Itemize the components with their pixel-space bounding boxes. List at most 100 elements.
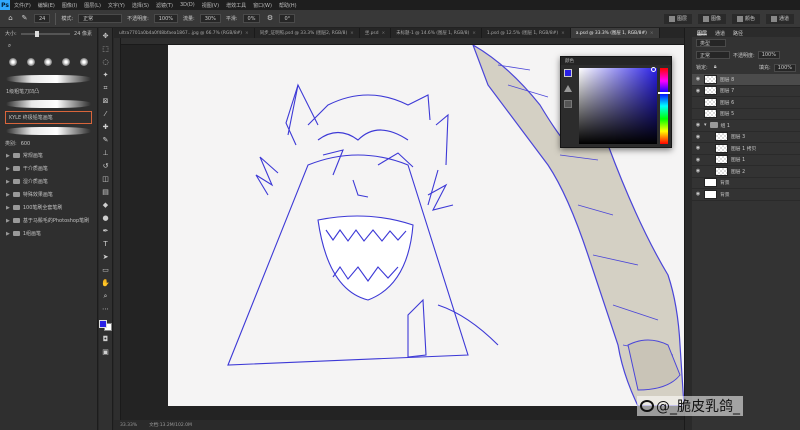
eye-icon[interactable]: ◉: [695, 157, 701, 163]
eye-icon[interactable]: ◉: [695, 145, 701, 151]
blend-mode-select[interactable]: 正常: [696, 51, 730, 59]
color-picker-handle[interactable]: [651, 67, 656, 72]
hue-slider[interactable]: [658, 68, 670, 144]
eyedropper-tool-icon[interactable]: ⁄: [101, 110, 110, 119]
fill-field[interactable]: 100%: [773, 63, 796, 72]
more-tools-icon[interactable]: ⋯: [101, 305, 110, 314]
menu-file[interactable]: 文件(F): [14, 2, 31, 9]
foreground-color-swatch[interactable]: [564, 69, 572, 77]
preset-title[interactable]: 1级粗笔刀凹凸: [0, 86, 97, 97]
close-icon[interactable]: ×: [561, 31, 565, 36]
gradient-tool-icon[interactable]: ▤: [101, 188, 110, 197]
doc-tab[interactable]: 未标题-1 @ 14.6% (图层 1, RGB/8) ×: [391, 28, 482, 38]
doc-tab[interactable]: 同步_证明照.psd @ 33.3% (图层2, RGB/8) ×: [255, 28, 360, 38]
eye-icon[interactable]: ◉: [695, 122, 701, 128]
lock-icon[interactable]: 🔒︎: [711, 63, 720, 72]
type-tool-icon[interactable]: T: [101, 240, 110, 249]
brush-size-slider[interactable]: [20, 30, 71, 37]
brush-tip[interactable]: [76, 55, 91, 69]
zoom-level[interactable]: 33.33%: [120, 423, 137, 428]
menu-type[interactable]: 文字(Y): [108, 2, 125, 9]
settings-gear-icon[interactable]: ⚙: [265, 14, 274, 23]
stamp-tool-icon[interactable]: ⊥: [101, 149, 110, 158]
menu-3d[interactable]: 3D(D): [180, 2, 195, 8]
flow-field[interactable]: 30%: [199, 14, 221, 23]
layer-row[interactable]: 背景: [692, 178, 800, 189]
close-icon[interactable]: ×: [650, 31, 654, 36]
screen-mode-icon[interactable]: ▣: [101, 348, 110, 357]
brush-folder[interactable]: ▶ 湿介质画笔: [0, 175, 97, 188]
lasso-tool-icon[interactable]: ◌: [101, 58, 110, 67]
tab-paths[interactable]: 路径: [733, 30, 743, 37]
history-brush-icon[interactable]: ↺: [101, 162, 110, 171]
doc-tab[interactable]: 1.psd @ 12.5% (图层 1, RGB/8#) ×: [482, 28, 571, 38]
brush-size-field[interactable]: 24: [34, 14, 51, 23]
layers-shortcut[interactable]: 图层: [663, 13, 692, 24]
eye-icon[interactable]: ◉: [695, 76, 701, 82]
menu-plugins[interactable]: 增效工具: [226, 2, 246, 9]
move-tool-icon[interactable]: ✥: [101, 32, 110, 41]
menu-image[interactable]: 图像(I): [62, 2, 77, 9]
quick-select-tool-icon[interactable]: ✦: [101, 71, 110, 80]
layer-kind-filter[interactable]: 类型: [696, 39, 726, 47]
opacity-field[interactable]: 100%: [153, 14, 179, 23]
channels-shortcut[interactable]: 通道: [765, 13, 794, 24]
search-icon[interactable]: ⌕: [5, 41, 14, 50]
doc-tab-active[interactable]: a.psd @ 33.3% (图层 1, RGB/8#) ×: [570, 28, 660, 38]
dodge-tool-icon[interactable]: ●: [101, 214, 110, 223]
zoom-tool-icon[interactable]: ⌕: [101, 292, 110, 301]
color-panel[interactable]: 颜色: [560, 56, 672, 148]
saturation-value-field[interactable]: [579, 67, 657, 144]
layer-row[interactable]: 图层 5: [692, 109, 800, 120]
doc-tab[interactable]: 坐.psd ×: [360, 28, 392, 38]
quick-mask-icon[interactable]: ◘: [101, 335, 110, 344]
close-icon[interactable]: ×: [382, 31, 386, 36]
brush-tip[interactable]: [24, 55, 39, 69]
layer-row[interactable]: ◉ 图层 1: [692, 155, 800, 166]
selected-brush-preset[interactable]: KYLE 终极铅笔画笔: [5, 111, 92, 124]
close-icon[interactable]: ×: [472, 31, 476, 36]
menu-select[interactable]: 选择(S): [132, 2, 149, 9]
menu-filter[interactable]: 滤镜(T): [156, 2, 173, 9]
brush-tip[interactable]: [41, 55, 56, 69]
layer-row[interactable]: ◉ 图层 8: [692, 74, 800, 86]
eye-icon[interactable]: ◉: [695, 168, 701, 174]
chevron-down-icon[interactable]: ▾: [704, 122, 707, 128]
angle-field[interactable]: 0°: [279, 14, 296, 23]
horizontal-ruler[interactable]: [114, 38, 684, 45]
brush-tip[interactable]: [6, 55, 21, 69]
hand-tool-icon[interactable]: ✋: [101, 279, 110, 288]
frame-tool-icon[interactable]: ⊠: [101, 97, 110, 106]
color-swatches[interactable]: [99, 320, 112, 331]
menu-help[interactable]: 帮助(H): [279, 2, 297, 9]
layer-row[interactable]: ◉ 背景: [692, 189, 800, 201]
layer-row[interactable]: ◉ 图层 3: [692, 132, 800, 143]
layer-opacity-field[interactable]: 100%: [757, 51, 780, 59]
layer-row[interactable]: 图层 6: [692, 97, 800, 109]
web-safe-icon[interactable]: [564, 100, 572, 108]
brush-folder[interactable]: ▶ 基于马鬃毛的Photoshop笔刷: [0, 214, 97, 227]
foreground-color-swatch[interactable]: [99, 320, 107, 328]
menu-window[interactable]: 窗口(W): [253, 2, 272, 9]
color-shortcut[interactable]: 颜色: [731, 13, 760, 24]
brush-folder[interactable]: ▶ 干介质画笔: [0, 162, 97, 175]
layer-group-row[interactable]: ◉ ▾ 组 1: [692, 120, 800, 132]
layer-row[interactable]: ◉ 图层 7: [692, 86, 800, 97]
blur-tool-icon[interactable]: ◆: [101, 201, 110, 210]
shape-tool-icon[interactable]: ▭: [101, 266, 110, 275]
layer-row[interactable]: ◉ 图层 1 拷贝: [692, 143, 800, 155]
healing-tool-icon[interactable]: ✚: [101, 123, 110, 132]
slider-knob[interactable]: [35, 30, 40, 37]
eye-icon[interactable]: ◉: [695, 191, 701, 197]
tab-layers[interactable]: 图层: [697, 30, 708, 37]
brush-tip[interactable]: [59, 55, 74, 69]
eraser-tool-icon[interactable]: ◫: [101, 175, 110, 184]
path-select-tool-icon[interactable]: ➤: [101, 253, 110, 262]
pen-tool-icon[interactable]: ✒: [101, 227, 110, 236]
marquee-tool-icon[interactable]: ⬚: [101, 45, 110, 54]
home-icon[interactable]: ⌂: [6, 14, 15, 23]
brush-tool-icon[interactable]: ✎: [101, 136, 110, 145]
brush-folder[interactable]: ▶ 常规画笔: [0, 149, 97, 162]
brush-folder[interactable]: ▶ 特殊效果画笔: [0, 188, 97, 201]
menu-edit[interactable]: 编辑(E): [38, 2, 55, 9]
